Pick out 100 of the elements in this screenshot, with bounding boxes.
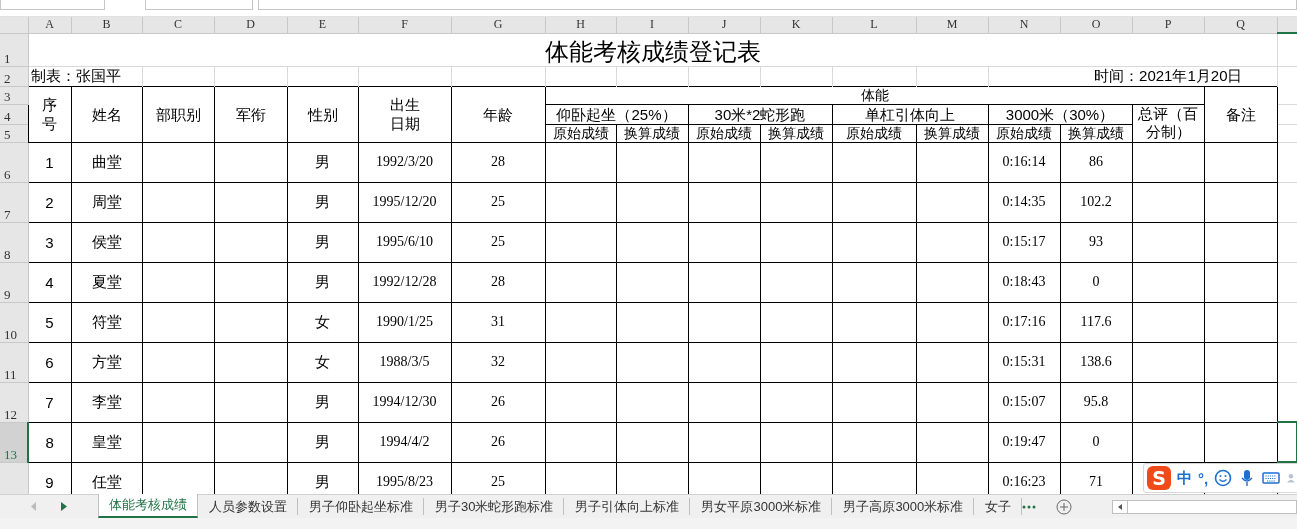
sheet-tab[interactable]: 男子仰卧起坐标准: [298, 498, 424, 515]
column-header[interactable]: [1277, 17, 1297, 33]
row-header[interactable]: 6: [0, 142, 28, 182]
row-header[interactable]: 8: [0, 222, 28, 262]
table-cell: [142, 222, 214, 262]
header-cell: 30米*2蛇形跑: [688, 104, 832, 124]
table-cell: 7: [28, 382, 71, 422]
table-cell: [760, 382, 832, 422]
table-cell: 5: [28, 302, 71, 342]
column-header[interactable]: H: [545, 17, 616, 33]
table-cell: [916, 302, 988, 342]
row-header[interactable]: 13: [0, 422, 28, 462]
column-header[interactable]: M: [916, 17, 988, 33]
column-header[interactable]: B: [71, 17, 142, 33]
add-sheet-icon[interactable]: [1056, 498, 1073, 515]
sheet-tab[interactable]: 男子高原3000米标准: [832, 498, 975, 515]
table-cell: 0:14:35: [988, 182, 1060, 222]
table-cell: 男: [287, 182, 358, 222]
table-cell: 皇堂: [71, 422, 142, 462]
table-cell: [545, 382, 616, 422]
row-header[interactable]: 10: [0, 302, 28, 342]
toolbar-field[interactable]: [145, 0, 253, 10]
column-header[interactable]: E: [287, 17, 358, 33]
ime-logo[interactable]: S: [1147, 466, 1171, 490]
sheet-tab[interactable]: 男女平原3000米标准: [690, 498, 833, 515]
row-header[interactable]: 2: [0, 66, 28, 86]
sheet-tab[interactable]: 女子: [974, 498, 1023, 515]
table-cell: 1994/4/2: [358, 422, 451, 462]
table-cell: 李堂: [71, 382, 142, 422]
next-sheet-icon[interactable]: [61, 502, 67, 511]
column-header[interactable]: J: [688, 17, 760, 33]
table-cell: 0: [1060, 262, 1132, 302]
keyboard-icon[interactable]: [1262, 469, 1281, 487]
table-cell: [616, 302, 688, 342]
row-header[interactable]: 1: [0, 33, 28, 66]
table-cell: [545, 302, 616, 342]
table-cell: 男: [287, 222, 358, 262]
row-header[interactable]: 11: [0, 342, 28, 382]
table-cell: 0:18:43: [988, 262, 1060, 302]
sheet-tab[interactable]: 体能考核成绩: [98, 494, 198, 518]
table-cell: [916, 262, 988, 302]
table-cell: [688, 262, 760, 302]
table-cell: [616, 262, 688, 302]
table-cell: [142, 422, 214, 462]
table-cell: [616, 342, 688, 382]
header-cell: 原始成绩: [688, 124, 760, 142]
table-cell: [1132, 342, 1204, 382]
table-cell: 夏堂: [71, 262, 142, 302]
table-cell: 方堂: [71, 342, 142, 382]
header-cell: 年龄: [451, 86, 545, 142]
table-cell: [916, 182, 988, 222]
row-header[interactable]: 12: [0, 382, 28, 422]
smiley-icon[interactable]: [1214, 469, 1233, 487]
sheet-tab[interactable]: 人员参数设置: [198, 498, 298, 515]
column-header[interactable]: A: [28, 17, 71, 33]
table-cell: 26: [451, 382, 545, 422]
column-header[interactable]: F: [358, 17, 451, 33]
row-header[interactable]: 7: [0, 182, 28, 222]
sheet-tab[interactable]: 男子30米蛇形跑标准: [424, 498, 565, 515]
table-cell: [760, 222, 832, 262]
column-header[interactable]: I: [616, 17, 688, 33]
input-mode-toggle[interactable]: 中: [1177, 468, 1192, 488]
table-cell: [545, 142, 616, 182]
table-cell: [760, 142, 832, 182]
column-header[interactable]: K: [760, 17, 832, 33]
column-header[interactable]: C: [142, 17, 214, 33]
more-tabs-icon[interactable]: [1022, 504, 1037, 509]
table-cell: 8: [28, 422, 71, 462]
table-cell: 周堂: [71, 182, 142, 222]
column-header[interactable]: G: [451, 17, 545, 33]
formula-field[interactable]: [258, 0, 1297, 10]
table-cell: [142, 302, 214, 342]
column-header[interactable]: O: [1060, 17, 1132, 33]
table-cell: [760, 262, 832, 302]
table-cell: [142, 382, 214, 422]
column-header[interactable]: P: [1132, 17, 1204, 33]
column-header[interactable]: N: [988, 17, 1060, 33]
sheet-tab[interactable]: 男子引体向上标准: [564, 498, 691, 515]
table-cell: 男: [287, 262, 358, 302]
header-cell: 序 号: [28, 86, 71, 142]
table-cell: [545, 342, 616, 382]
table-cell: [616, 182, 688, 222]
column-header[interactable]: D: [214, 17, 287, 33]
table-cell: [688, 182, 760, 222]
header-cell: 军衔: [214, 86, 287, 142]
table-cell: [688, 422, 760, 462]
row-header[interactable]: 4: [0, 104, 28, 124]
date-label: 时间：2021年1月20日: [988, 66, 1277, 86]
column-header[interactable]: Q: [1204, 17, 1277, 33]
table-cell: [545, 182, 616, 222]
punctuation-toggle[interactable]: °,: [1198, 469, 1209, 487]
table-cell: 25: [451, 222, 545, 262]
table-cell: [1132, 262, 1204, 302]
column-header[interactable]: L: [832, 17, 916, 33]
header-cell: 原始成绩: [988, 124, 1060, 142]
table-cell: 0:15:07: [988, 382, 1060, 422]
row-header[interactable]: 9: [0, 262, 28, 302]
table-cell: 31: [451, 302, 545, 342]
table-cell: 1988/3/5: [358, 342, 451, 382]
horizontal-scrollbar[interactable]: [1112, 500, 1297, 514]
